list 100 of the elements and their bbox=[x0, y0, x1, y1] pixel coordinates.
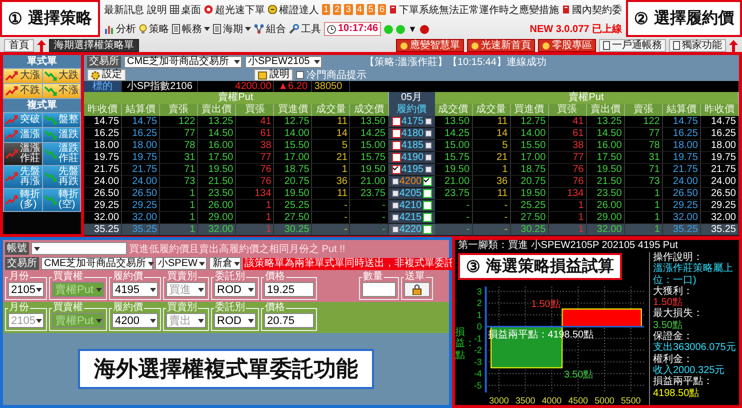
product-select[interactable]: 小SPEW2105 bbox=[245, 56, 322, 68]
table-cell: 18.00 bbox=[700, 140, 739, 152]
table-cell: 17.00 bbox=[274, 152, 312, 164]
menu-link[interactable]: 權證達人 bbox=[279, 2, 319, 17]
table-cell: 18.75 bbox=[274, 164, 312, 176]
page-tab[interactable]: 首頁 bbox=[4, 39, 34, 52]
toolbar-button[interactable]: 帳務 bbox=[172, 22, 210, 36]
callout-label: 海選策略損益試算 bbox=[486, 256, 614, 277]
summary-text: 最大損失： bbox=[653, 308, 704, 320]
price-field[interactable]: 20.75 bbox=[264, 313, 314, 328]
quantity-field[interactable] bbox=[362, 282, 396, 297]
buy-leg-checkbox[interactable] bbox=[392, 165, 400, 174]
help-button[interactable]: 說明 bbox=[254, 69, 294, 81]
strategy-button[interactable]: 不漲 bbox=[42, 84, 80, 98]
menu-link[interactable]: 桌面 bbox=[181, 2, 201, 17]
table-cell: 76 bbox=[236, 164, 274, 176]
strategy-button[interactable]: 先盤再漲 bbox=[4, 166, 42, 188]
buy-leg-checkbox[interactable] bbox=[392, 153, 400, 162]
strategy-button[interactable]: 大漲 bbox=[4, 69, 42, 83]
strike-select[interactable]: 4195 bbox=[112, 282, 158, 297]
strategy-button[interactable]: 轉折(多) bbox=[4, 189, 42, 211]
table-cell: 78 bbox=[624, 140, 663, 152]
settings-button[interactable]: 設定 bbox=[87, 69, 126, 81]
quick-button[interactable]: 零股專區 bbox=[538, 39, 596, 52]
table-cell: 24.00 bbox=[662, 176, 701, 188]
strategy-button[interactable]: 盤整 bbox=[42, 113, 80, 127]
buy-leg-checkbox[interactable] bbox=[392, 141, 400, 150]
tick-label: 1 bbox=[476, 310, 482, 320]
sell-leg-checkbox[interactable] bbox=[422, 177, 432, 186]
table-cell: 16.25 bbox=[122, 128, 160, 140]
table-cell: 18.00 bbox=[662, 140, 701, 152]
table-cell: 32.00 bbox=[586, 224, 625, 236]
field-legend: 履約價 bbox=[112, 303, 144, 313]
strategy-button[interactable]: 溫跌作莊 bbox=[42, 143, 80, 165]
table-cell: 77 bbox=[236, 152, 274, 164]
table-cell: 41 bbox=[236, 116, 274, 128]
account-select[interactable] bbox=[31, 242, 127, 255]
toolbar-button[interactable]: 工具 bbox=[289, 22, 321, 36]
table-cell: 29.25 bbox=[84, 200, 122, 212]
table-cell: 26.00 bbox=[586, 200, 625, 212]
badge-icon bbox=[400, 42, 408, 50]
strategy-button[interactable]: 轉折(空) bbox=[42, 189, 80, 211]
buy-leg-checkbox[interactable] bbox=[392, 117, 400, 126]
quick-button[interactable]: 光速新首頁 bbox=[467, 39, 535, 52]
order-type-select[interactable]: ROD bbox=[214, 282, 256, 297]
strategy-button[interactable]: 突破 bbox=[4, 113, 42, 127]
sell-leg-checkbox[interactable] bbox=[422, 189, 432, 198]
toolbar-button[interactable]: 組合 bbox=[254, 22, 286, 36]
document-icon bbox=[673, 41, 680, 50]
field-label: 交易所 bbox=[5, 257, 39, 270]
menu-link[interactable]: 下單系統無法正常運作時之應變措施 bbox=[399, 2, 560, 17]
sell-leg-checkbox[interactable] bbox=[422, 213, 432, 222]
strategy-button[interactable]: 溫漲作莊 bbox=[4, 143, 42, 165]
menu-link[interactable]: 最新訊息 bbox=[104, 2, 144, 17]
table-cell: 19.75 bbox=[122, 152, 160, 164]
page-tab[interactable]: 海期選擇權策略單 bbox=[49, 39, 139, 52]
order-type-select[interactable]: ROD bbox=[214, 313, 256, 328]
tick-label: -3 bbox=[474, 356, 482, 367]
summary-text: 收入2000.325元 bbox=[653, 364, 726, 376]
strategy-button[interactable]: 大跌 bbox=[42, 69, 80, 83]
menu-link[interactable]: 超光速下單 bbox=[215, 2, 265, 17]
strategy-button[interactable]: 不跌 bbox=[4, 84, 42, 98]
strike-select[interactable]: 4200 bbox=[112, 313, 158, 328]
month-select[interactable]: 2105 bbox=[8, 282, 44, 297]
buy-leg-checkbox[interactable] bbox=[392, 129, 400, 138]
menu-link[interactable]: 說明 bbox=[147, 2, 167, 17]
table-cell: 36 bbox=[472, 176, 511, 188]
sell-leg-checkbox[interactable] bbox=[422, 201, 432, 210]
hint-checkbox[interactable] bbox=[296, 71, 304, 79]
exchange-select[interactable]: CME芝加哥商品交易所 bbox=[124, 56, 242, 68]
toolbar-button[interactable]: 海期 bbox=[213, 22, 251, 36]
toolbar-button[interactable]: 分析 bbox=[104, 22, 136, 36]
field-legend: 價格 bbox=[264, 272, 286, 282]
toolbar-button[interactable]: 策略 bbox=[139, 22, 169, 36]
table-cell: 21.75 bbox=[84, 164, 122, 176]
table-cell: 134 bbox=[236, 188, 274, 200]
column-header: 成交價 bbox=[350, 104, 388, 116]
strategy-button[interactable]: 先盤再跌 bbox=[42, 166, 80, 188]
strategy-button[interactable]: 溫漲 bbox=[4, 128, 42, 142]
quick-button[interactable]: 一戶通帳務 bbox=[599, 39, 666, 52]
price-field[interactable]: 19.25 bbox=[264, 282, 314, 297]
strategy-button[interactable]: 溫跌 bbox=[42, 128, 80, 142]
quick-button[interactable]: 獨家功能 bbox=[669, 39, 726, 52]
callout-label: 選擇履約價 bbox=[654, 8, 734, 29]
caret-icon bbox=[96, 288, 102, 292]
network-icon bbox=[254, 24, 264, 34]
table-cell: 25.25 bbox=[274, 200, 312, 212]
column-header: 買張 bbox=[548, 104, 587, 116]
summary-text: 溫漲作莊策略屬上 bbox=[653, 263, 734, 275]
quick-button[interactable]: 應變智慧單 bbox=[396, 39, 464, 52]
table-cell: 73 bbox=[160, 176, 198, 188]
group-header: 賣權Put bbox=[84, 92, 388, 104]
send-button[interactable] bbox=[404, 282, 430, 297]
position-select[interactable]: 新倉 bbox=[209, 257, 242, 270]
menu-link[interactable]: 國內契約委 bbox=[572, 2, 622, 17]
rising-line-icon bbox=[5, 130, 18, 140]
exchange-select[interactable]: CME芝加哥商品交易所 bbox=[41, 257, 153, 270]
sell-leg-checkbox[interactable] bbox=[422, 225, 432, 234]
product-select[interactable]: 小SPEW bbox=[155, 257, 208, 270]
field-legend: 價格 bbox=[264, 303, 286, 313]
